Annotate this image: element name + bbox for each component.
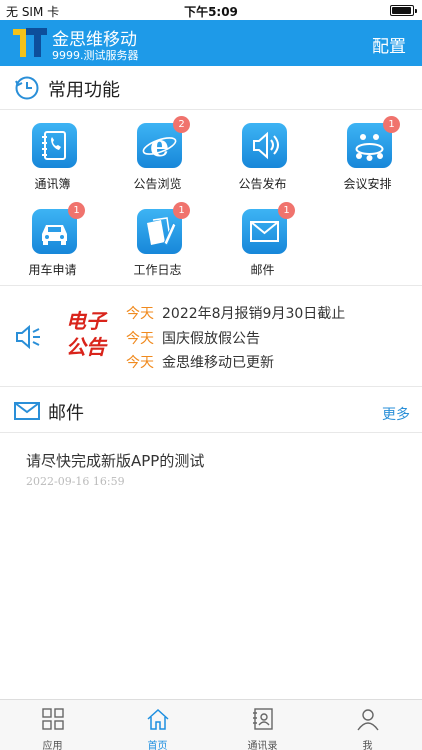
notice-item[interactable]: 今天 国庆假放假公告 <box>126 328 260 348</box>
tab-label: 首页 <box>147 741 168 750</box>
function-mail[interactable]: 1 邮件 <box>210 198 315 284</box>
battery-level <box>392 7 411 14</box>
function-label: 工作日志 <box>133 263 182 277</box>
function-meeting[interactable]: 1 会议安排 <box>315 112 420 198</box>
notice-item[interactable]: 今天 2022年8月报销9月30日截止 <box>126 303 345 323</box>
notice-date-tag: 今天 <box>126 306 154 322</box>
server-name: 9999.测试服务器 <box>52 49 139 62</box>
home-icon <box>147 708 169 730</box>
tab-label: 应用 <box>42 741 63 750</box>
function-notice-publish[interactable]: 公告发布 <box>210 112 315 198</box>
function-label: 公告发布 <box>238 177 287 191</box>
function-label: 用车申请 <box>28 263 77 277</box>
battery-icon <box>390 5 417 16</box>
e-notice-board[interactable]: 电子 公告 今天 2022年8月报销9月30日截止 今天 国庆假放假公告 今天 金思维… <box>0 285 422 387</box>
mail-time: 2022-09-16 16:59 <box>26 475 125 488</box>
notice-text: 金思维移动已更新 <box>162 355 274 371</box>
more-mail-link[interactable]: 更多 <box>382 404 410 424</box>
tab-contacts[interactable]: 通讯录 <box>210 700 315 750</box>
function-label: 公告浏览 <box>133 177 182 191</box>
function-label: 邮件 <box>250 263 275 277</box>
tab-label: 通讯录 <box>247 741 278 750</box>
notice-date-tag: 今天 <box>126 355 154 371</box>
app-header: 金思维移动 9999.测试服务器 配置 <box>0 20 422 66</box>
speaker-icon <box>242 123 287 168</box>
mail-subject: 请尽快完成新版APP的测试 <box>26 452 205 470</box>
envelope-icon <box>14 402 40 420</box>
notification-badge: 1 <box>173 202 190 219</box>
notification-badge: 1 <box>278 202 295 219</box>
notice-text: 2022年8月报销9月30日截止 <box>162 306 346 322</box>
app-logo <box>13 28 47 57</box>
tab-me[interactable]: 我 <box>315 700 420 750</box>
address-book-icon <box>32 123 77 168</box>
tab-label: 我 <box>362 741 373 750</box>
notification-badge: 2 <box>173 116 190 133</box>
tab-bar: 应用 首页 通讯录 我 <box>0 699 422 750</box>
mail-title: 邮件 <box>48 403 84 424</box>
tab-home[interactable]: 首页 <box>105 700 210 750</box>
clock: 下午5:09 <box>184 5 238 19</box>
notice-text: 国庆假放假公告 <box>162 331 260 347</box>
config-button[interactable]: 配置 <box>372 32 406 57</box>
notification-badge: 1 <box>68 202 85 219</box>
status-bar: 无 SIM 卡 下午5:09 <box>0 0 422 20</box>
tab-apps[interactable]: 应用 <box>0 700 105 750</box>
function-address-book[interactable]: 通讯簿 <box>0 112 105 198</box>
clock-history-icon <box>15 76 39 100</box>
function-label: 通讯簿 <box>34 177 71 191</box>
notification-badge: 1 <box>383 116 400 133</box>
grid-icon <box>42 708 64 730</box>
svg-text:e: e <box>150 129 169 164</box>
notice-item[interactable]: 今天 金思维移动已更新 <box>126 352 274 372</box>
functions-grid: 通讯簿 e 2 公告浏览 公告发布 1 会议安排 1 用车申请 1 工作日志 1… <box>0 112 422 284</box>
functions-title: 常用功能 <box>48 80 120 101</box>
notice-date-tag: 今天 <box>126 331 154 347</box>
e-notice-logo: 电子 公告 <box>58 308 114 360</box>
function-notice-browse[interactable]: e 2 公告浏览 <box>105 112 210 198</box>
e-notice-logo-line2: 公告 <box>66 335 106 359</box>
function-label: 会议安排 <box>343 177 392 191</box>
functions-section-header: 常用功能 <box>0 66 422 110</box>
function-work-log[interactable]: 1 工作日志 <box>105 198 210 284</box>
contacts-icon <box>253 708 273 730</box>
e-notice-logo-line1: 电子 <box>66 309 106 333</box>
speaker-icon <box>16 324 40 350</box>
mail-section-header: 邮件 更多 <box>0 389 422 433</box>
mail-list-item[interactable]: 请尽快完成新版APP的测试 2022-09-16 16:59 <box>0 434 422 494</box>
function-car-request[interactable]: 1 用车申请 <box>0 198 105 284</box>
person-icon <box>357 709 379 731</box>
app-screen: 无 SIM 卡 下午5:09 金思维移动 9999.测试服务器 配置 常用功能 <box>0 0 422 750</box>
